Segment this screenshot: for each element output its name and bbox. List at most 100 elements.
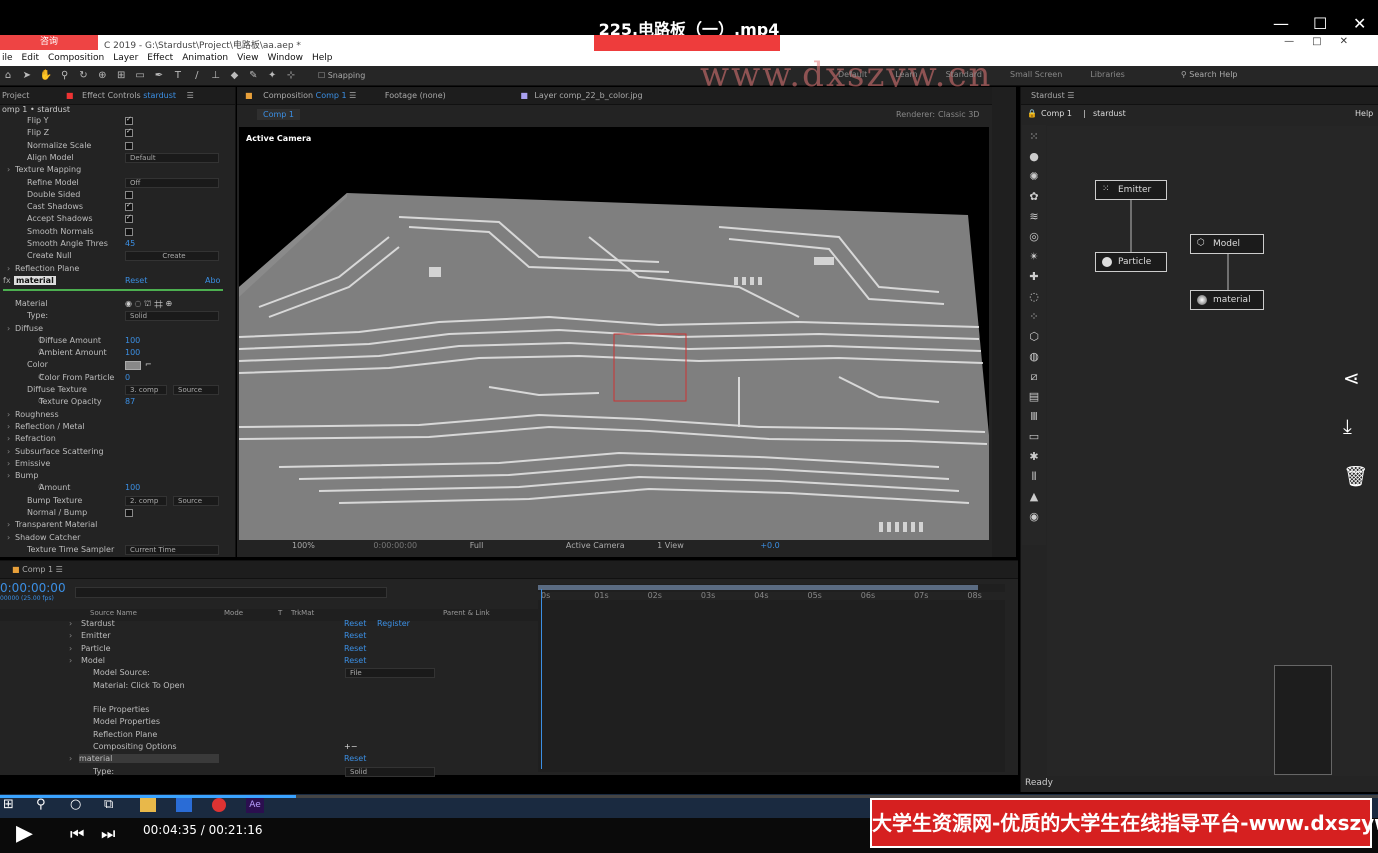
effect-prop-ambient-amount[interactable]: ⏱ Ambient Amount 100 <box>0 348 224 360</box>
effect-prop-diffuse-texture[interactable]: Diffuse Texture Source 3. comp <box>0 385 224 397</box>
prop-dropdown[interactable]: Default <box>125 152 219 163</box>
maximize-icon[interactable]: ☐ <box>1313 14 1327 33</box>
workspace-learn[interactable]: Learn <box>895 70 917 79</box>
effect-prop-double-sided[interactable]: Double Sided <box>0 190 224 202</box>
previous-icon[interactable]: ⏮ <box>70 824 84 844</box>
promo-banner[interactable]: 大学生资源网-优质的大学生在线指导平台-www.dxszyw.cn <box>870 798 1378 848</box>
comp-viewer[interactable]: Active Camera <box>239 127 989 540</box>
eyedropper-icon[interactable]: ⌐ <box>145 360 152 369</box>
expand-chevron-icon[interactable]: › <box>7 459 10 468</box>
expand-chevron-icon[interactable]: › <box>69 631 72 640</box>
timeline-extra[interactable]: +− <box>344 742 357 751</box>
prop-checkbox[interactable] <box>125 509 133 517</box>
prop-checkbox[interactable] <box>125 127 133 138</box>
timeline-row-material-click-to-open[interactable]: Material: Click To Open <box>0 681 538 693</box>
pin-tool-icon[interactable]: ✦ <box>265 69 279 83</box>
turbulence-tool-icon[interactable]: ≋ <box>1026 209 1042 225</box>
workspace-standard[interactable]: Standard <box>946 70 982 79</box>
axis-icon[interactable]: ⊹ <box>284 69 298 83</box>
lines-tool-icon[interactable]: ⦀ <box>1026 469 1042 485</box>
prop-dropdown[interactable]: Current Time <box>125 544 219 555</box>
text-tool-icon[interactable]: ▤ <box>1026 389 1042 405</box>
after-effects-icon[interactable]: Ae <box>246 797 264 813</box>
timeline-extra[interactable]: Register <box>377 619 410 628</box>
grid-tool-icon[interactable]: ⁘ <box>1026 309 1042 325</box>
search-icon[interactable]: ⚲ <box>36 797 46 812</box>
prop-checkbox[interactable] <box>125 190 133 199</box>
timeline-tracks[interactable] <box>538 600 1005 772</box>
cortana-icon[interactable]: ○ <box>70 797 81 812</box>
timeline-row-compositing-options[interactable]: Compositing Options +− <box>0 742 538 754</box>
timeline-row-type-[interactable]: Type: Solid <box>0 766 538 779</box>
burst-tool-icon[interactable]: ✺ <box>1026 169 1042 185</box>
expand-chevron-icon[interactable]: › <box>7 264 10 273</box>
clone-tool-icon[interactable]: ⊥ <box>209 69 223 83</box>
prop-checkbox[interactable] <box>125 213 133 224</box>
effect-prop-diffuse-amount[interactable]: ⏱ Diffuse Amount 100 <box>0 336 224 348</box>
menu-item-composition[interactable]: Composition <box>48 51 104 66</box>
timeline-reset-button[interactable]: Reset <box>344 644 366 653</box>
renderer-value[interactable]: Classic 3D <box>938 110 979 119</box>
stardust-node-graph[interactable]: ⁙ Emitter Particle ⬡ Model material <box>1047 126 1378 776</box>
effect-prop-smooth-normals[interactable]: Smooth Normals <box>0 227 224 239</box>
search-help[interactable]: ⚲ Search Help <box>1181 70 1266 79</box>
effect-prop-smooth-angle-thres[interactable]: Smooth Angle Thres 45 <box>0 239 224 251</box>
view-layout-select[interactable]: 1 View <box>657 541 684 550</box>
timeline-row-material[interactable]: material › Reset <box>0 754 538 766</box>
prop-value[interactable]: 100 <box>125 483 140 492</box>
effect-prop-flip-y[interactable]: Flip Y <box>0 116 224 128</box>
prop-value[interactable]: 45 <box>125 239 135 248</box>
particle-tool-icon[interactable]: ● <box>1026 149 1042 165</box>
menu-item-edit[interactable]: Edit <box>22 51 39 66</box>
prop-value[interactable]: 0 <box>125 373 130 382</box>
timeline-dropdown[interactable]: File <box>345 668 435 679</box>
rect-tool-icon[interactable]: ▭ <box>1026 429 1042 445</box>
timeline-row-stardust[interactable]: Stardust › Reset Register <box>0 619 538 631</box>
workspace-libraries[interactable]: Libraries <box>1090 70 1125 79</box>
effect-prop-refine-model[interactable]: Refine Model Off <box>0 177 224 190</box>
timeline-search[interactable] <box>75 587 387 598</box>
spin-tool-icon[interactable]: ◌ <box>1026 289 1042 305</box>
effect-prop-type-[interactable]: Type: Solid <box>0 311 224 323</box>
expand-chevron-icon[interactable]: › <box>7 447 10 456</box>
prop-checkbox[interactable] <box>125 201 133 212</box>
expand-chevron-icon[interactable]: › <box>69 644 72 653</box>
snapping-checkbox[interactable]: ☐ Snapping <box>318 71 365 80</box>
camera-select[interactable]: Active Camera <box>566 541 625 550</box>
workspace-small-screen[interactable]: Small Screen <box>1010 70 1062 79</box>
expand-chevron-icon[interactable]: › <box>7 471 10 480</box>
next-icon[interactable]: ⏭ <box>101 824 115 844</box>
timeline-reset-button[interactable]: Reset <box>344 754 366 763</box>
timeline-row-emitter[interactable]: Emitter › Reset <box>0 631 538 643</box>
netease-icon[interactable] <box>212 798 226 812</box>
stardust-tab[interactable]: Stardust ☰ <box>1021 87 1378 105</box>
minimize-icon[interactable]: — <box>1273 14 1289 33</box>
prop-value[interactable]: 100 <box>125 336 140 345</box>
zoom-select[interactable]: 100% <box>292 541 315 550</box>
timeline-row-particle[interactable]: Particle › Reset <box>0 644 538 656</box>
exposure-value[interactable]: +0.0 <box>760 541 779 550</box>
timeline-tab[interactable]: ■ Comp 1 ☰ <box>0 561 1018 579</box>
effect-prop-color[interactable]: Color ⌐ <box>0 360 224 372</box>
selection-tool-icon[interactable]: ➤ <box>20 69 34 83</box>
material-effect-header[interactable]: fx material Reset Abo <box>0 275 224 288</box>
timeline-row-model-properties[interactable]: Model Properties <box>0 717 538 729</box>
consult-button[interactable]: 咨询 <box>0 35 98 50</box>
sphere-tool-icon[interactable]: ◍ <box>1026 349 1042 365</box>
graph-minimap[interactable] <box>1274 665 1332 775</box>
expand-chevron-icon[interactable]: › <box>69 754 72 763</box>
zoom-tool-icon[interactable]: ⚲ <box>58 69 72 83</box>
effect-prop-align-model[interactable]: Align Model Default <box>0 152 224 165</box>
menu-item-help[interactable]: Help <box>312 51 333 66</box>
effect-prop-amount[interactable]: ⏱ Amount 100 <box>0 483 224 495</box>
timeline-dropdown[interactable]: Solid <box>345 766 435 777</box>
effect-prop-texture-time-sampler[interactable]: Texture Time Sampler Current Time <box>0 544 224 556</box>
tab-composition[interactable]: Composition Comp 1 ☰ <box>263 91 356 100</box>
node-model[interactable]: ⬡ Model <box>1190 234 1264 254</box>
cube-tool-icon[interactable]: ⬡ <box>1026 329 1042 345</box>
effect-prop-flip-z[interactable]: Flip Z <box>0 127 224 140</box>
menu-item-effect[interactable]: Effect <box>147 51 173 66</box>
node-particle[interactable]: Particle <box>1095 252 1167 272</box>
download-icon[interactable]: ⤓ <box>1343 414 1352 438</box>
effect-prop-cast-shadows[interactable]: Cast Shadows <box>0 201 224 214</box>
